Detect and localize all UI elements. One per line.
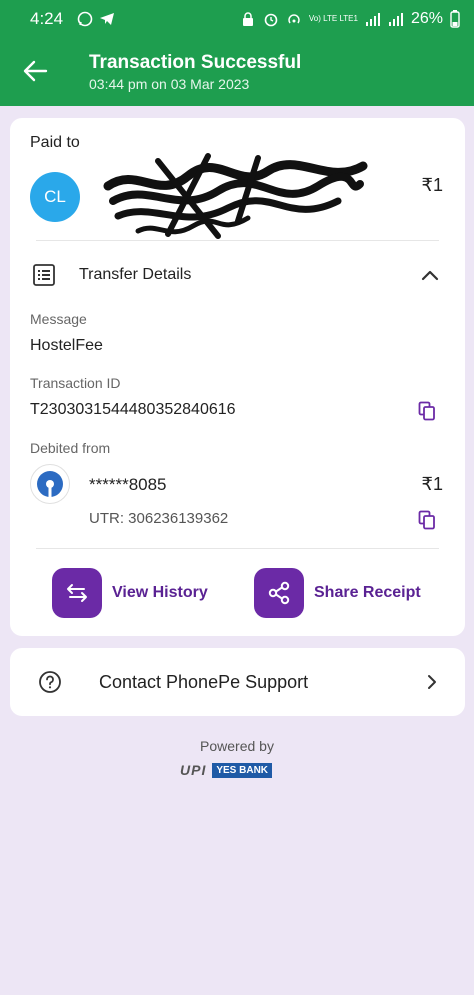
copy-icon[interactable] xyxy=(418,510,436,530)
message-label: Message xyxy=(30,311,87,327)
redacted-scribble xyxy=(103,153,368,239)
debited-amount: ₹1 xyxy=(421,474,443,494)
transaction-id-label: Transaction ID xyxy=(30,375,121,391)
battery-percent: 26% xyxy=(410,10,443,27)
avatar-initials: CL xyxy=(44,187,66,206)
share-icon xyxy=(268,581,290,605)
transfer-details-toggle[interactable]: Transfer Details xyxy=(79,266,191,284)
receipt-list-icon xyxy=(33,264,55,286)
account-number: ******8085 xyxy=(89,475,167,494)
app-bar: Transaction Successful 03:44 pm on 03 Ma… xyxy=(0,38,474,106)
bank-logo xyxy=(30,464,70,504)
network-label: Vo) LTE LTE1 xyxy=(308,14,358,23)
share-receipt-button[interactable]: Share Receipt xyxy=(254,568,421,618)
hotspot-icon xyxy=(288,14,300,24)
transfer-arrows-icon xyxy=(67,584,87,602)
contact-support-row[interactable]: Contact PhonePe Support xyxy=(10,648,465,716)
payee-avatar: CL xyxy=(30,172,80,222)
upi-logo: UPI xyxy=(180,762,207,778)
battery-icon xyxy=(450,10,460,28)
telegram-icon xyxy=(100,13,115,25)
message-value: HostelFee xyxy=(30,337,103,354)
history-icon-box xyxy=(52,568,102,618)
status-bar: 4:24 Vo) LTE LTE1 26% xyxy=(0,0,474,38)
transaction-timestamp: 03:44 pm on 03 Mar 2023 xyxy=(89,76,250,92)
yes-bank-logo: YES BANK xyxy=(212,762,273,778)
copy-icon[interactable] xyxy=(418,401,436,421)
signal-icon xyxy=(365,13,380,26)
chevron-right-icon xyxy=(428,675,436,689)
contact-support-label: Contact PhonePe Support xyxy=(99,672,309,692)
help-circle-icon xyxy=(39,671,61,693)
sbi-logo-icon xyxy=(37,471,63,497)
divider xyxy=(36,240,439,241)
share-receipt-label: Share Receipt xyxy=(314,584,421,601)
partner-logos: UPI YES BANK xyxy=(180,762,273,778)
page-title: Transaction Successful xyxy=(89,52,302,73)
divider xyxy=(36,548,439,549)
share-icon-box xyxy=(254,568,304,618)
view-history-label: View History xyxy=(112,584,208,601)
paid-amount: ₹1 xyxy=(421,175,443,195)
alarm-icon xyxy=(264,13,278,27)
debited-from-label: Debited from xyxy=(30,440,111,456)
back-arrow-icon[interactable] xyxy=(22,58,48,84)
utr-number: UTR: 306236139362 xyxy=(89,510,229,527)
transaction-details-card: Paid to CL ₹1 Transfer Details Message H… xyxy=(10,118,465,636)
transaction-id-value: T2303031544480352840616 xyxy=(30,401,236,418)
powered-by-label: Powered by xyxy=(200,738,274,754)
chevron-up-icon[interactable] xyxy=(421,268,439,282)
lock-icon xyxy=(242,12,253,26)
status-time: 4:24 xyxy=(30,9,64,28)
view-history-button[interactable]: View History xyxy=(52,568,208,618)
signal-icon xyxy=(388,13,403,26)
paid-to-label: Paid to xyxy=(30,134,80,151)
whatsapp-icon xyxy=(77,11,93,27)
